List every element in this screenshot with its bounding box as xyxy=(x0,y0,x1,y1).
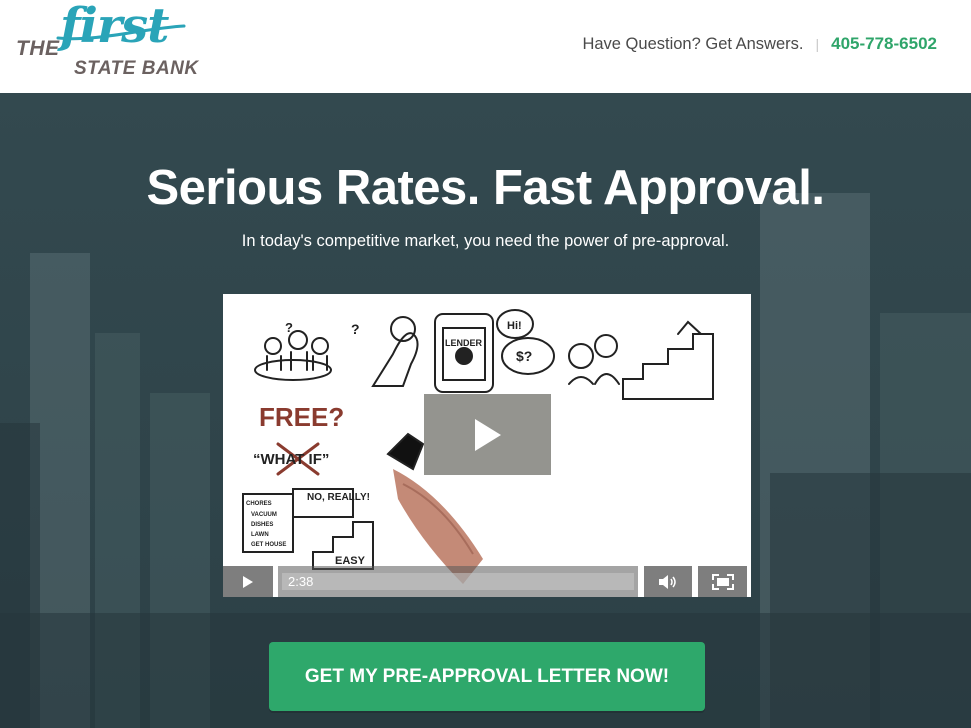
sketch-lawn-label: LAWN xyxy=(251,532,269,538)
hero-headline: Serious Rates. Fast Approval. xyxy=(146,161,825,215)
get-preapproval-button[interactable]: GET MY PRE-APPROVAL LETTER NOW! xyxy=(269,642,705,711)
sketch-person xyxy=(264,337,282,355)
volume-icon xyxy=(659,574,676,589)
sketch-stairs xyxy=(622,333,714,400)
sketch-free-label: FREE? xyxy=(259,402,344,432)
sketch-dollar-label: $? xyxy=(516,348,532,364)
video-progress-bar[interactable]: 2:38 xyxy=(278,566,638,597)
sketch-person xyxy=(311,337,329,355)
sketch-rock xyxy=(371,332,419,387)
sketch-hi-label: Hi! xyxy=(507,320,522,332)
play-button[interactable] xyxy=(223,566,273,597)
logo-state-bank: STATE BANK xyxy=(74,58,199,79)
video-controls: 2:38 xyxy=(223,566,751,597)
logo-first: first xyxy=(60,0,169,54)
sketch-question-mark: ? xyxy=(285,320,293,335)
sketch-lender-label: LENDER xyxy=(445,338,483,348)
phone-link[interactable]: 405-778-6502 xyxy=(831,34,937,54)
fullscreen-icon xyxy=(711,573,734,590)
sketch-noreally-label: NO, REALLY! xyxy=(307,492,370,503)
sketch-vacuum-label: VACUUM xyxy=(251,512,277,518)
video-time: 2:38 xyxy=(288,574,314,589)
large-play-icon xyxy=(474,418,501,451)
large-play-button[interactable] xyxy=(424,394,551,475)
sketch-chores-label: CHORES xyxy=(246,501,272,507)
header-contact: Have Question? Get Answers. | 405-778-65… xyxy=(582,34,937,54)
sketch-whatif-label: “WHAT IF” xyxy=(253,451,329,468)
video-player[interactable]: ? ? LENDER Hi! $? FREE? “WHAT IF” NO, RE… xyxy=(223,294,751,597)
hero-section: Serious Rates. Fast Approval. In today's… xyxy=(0,93,971,728)
help-prompt: Have Question? Get Answers. xyxy=(582,34,804,53)
sketch-gethouse-label: GET HOUSE xyxy=(251,542,286,548)
progress-track[interactable] xyxy=(282,573,634,590)
fullscreen-button[interactable] xyxy=(698,566,747,597)
logo-the: THE xyxy=(16,37,60,60)
bank-logo[interactable]: THE first STATE BANK xyxy=(16,0,226,84)
site-header: THE first STATE BANK Have Question? Get … xyxy=(0,0,971,93)
sketch-question-mark: ? xyxy=(351,321,360,337)
volume-button[interactable] xyxy=(644,566,692,597)
hero-subheadline: In today's competitive market, you need … xyxy=(241,232,730,250)
divider: | xyxy=(815,36,820,52)
play-icon xyxy=(243,575,253,588)
sketch-dishes-label: DISHES xyxy=(251,522,273,528)
